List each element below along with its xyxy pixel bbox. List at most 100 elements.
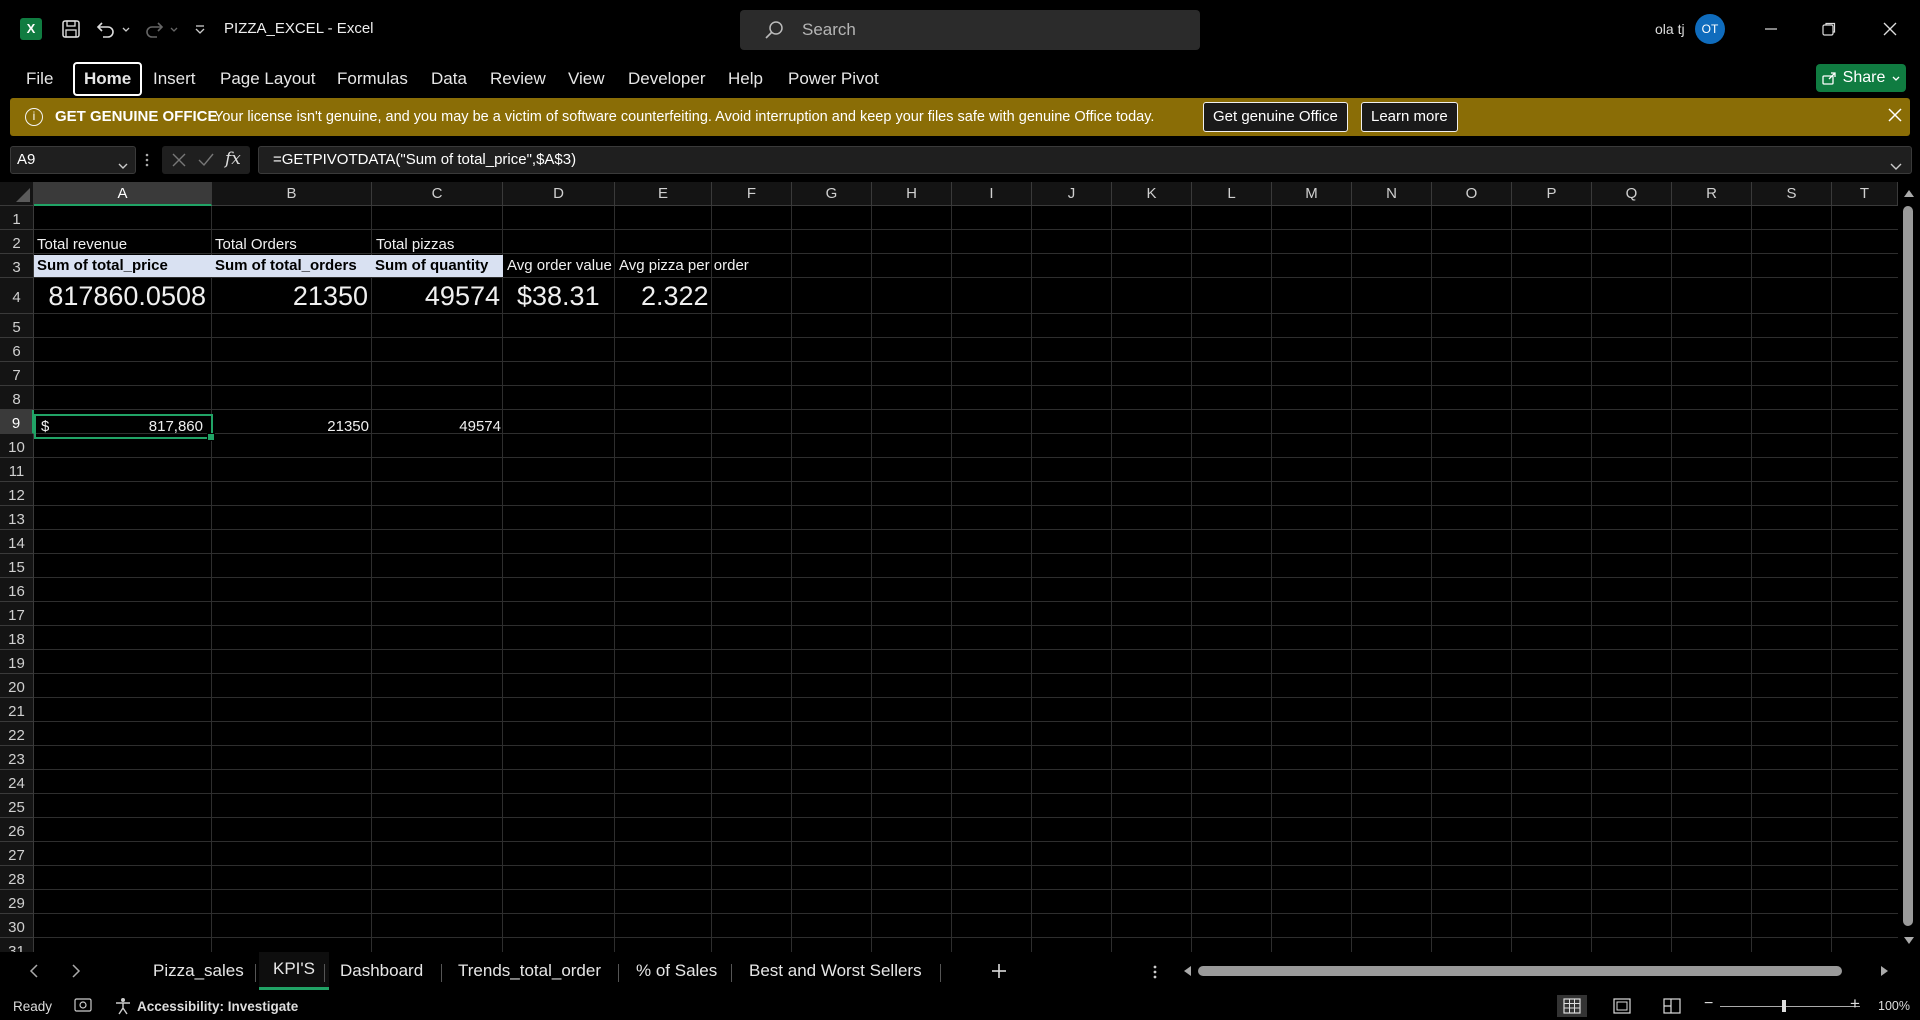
row-header-13[interactable]: 13 [0, 506, 34, 530]
chevron-down-icon[interactable] [117, 155, 129, 181]
sheet-tab-best-worst-sellers[interactable]: Best and Worst Sellers [735, 952, 936, 990]
column-header-M[interactable]: M [1272, 182, 1352, 206]
scroll-left-icon[interactable] [1182, 966, 1192, 976]
tab-page-layout[interactable]: Page Layout [211, 62, 324, 96]
column-header-C[interactable]: C [372, 182, 503, 206]
get-genuine-office-button[interactable]: Get genuine Office [1203, 102, 1348, 132]
customize-qat-icon[interactable] [192, 16, 208, 42]
restore-icon[interactable] [1814, 14, 1844, 44]
row-header-3[interactable]: 3 [0, 254, 34, 278]
share-button[interactable]: Share [1816, 64, 1906, 92]
row-header-24[interactable]: 24 [0, 770, 34, 794]
cell-B9[interactable]: 21350 [212, 418, 369, 435]
row-header-7[interactable]: 7 [0, 362, 34, 386]
chevron-down-icon[interactable] [120, 16, 132, 42]
row-header-20[interactable]: 20 [0, 674, 34, 698]
pivot-header-quantity[interactable]: Sum of quantity [372, 255, 503, 277]
cell-D3[interactable]: Avg order value [507, 257, 615, 274]
accessibility-icon[interactable] [114, 997, 132, 1018]
user-name[interactable]: ola tj [1655, 21, 1685, 37]
row-header-2[interactable]: 2 [0, 230, 34, 254]
chevron-right-icon[interactable] [70, 964, 82, 983]
tab-view[interactable]: View [559, 62, 614, 96]
row-header-12[interactable]: 12 [0, 482, 34, 506]
cell-C4-total-pizzas[interactable]: 49574 [372, 281, 500, 312]
cell-A4-total-revenue[interactable]: 817860.0508 [34, 281, 206, 312]
column-header-T[interactable]: T [1832, 182, 1898, 206]
scroll-down-icon[interactable] [1903, 936, 1915, 946]
row-header-25[interactable]: 25 [0, 794, 34, 818]
chevron-down-icon[interactable] [1889, 155, 1903, 181]
cell-C9[interactable]: 49574 [372, 418, 501, 435]
row-header-31[interactable]: 31 [0, 938, 34, 952]
cell-B4-total-orders[interactable]: 21350 [212, 281, 368, 312]
page-break-view-icon[interactable] [1657, 995, 1687, 1017]
tab-review[interactable]: Review [481, 62, 555, 96]
row-header-15[interactable]: 15 [0, 554, 34, 578]
column-header-P[interactable]: P [1512, 182, 1592, 206]
search-box[interactable]: Search [740, 10, 1200, 50]
column-header-I[interactable]: I [952, 182, 1032, 206]
cancel-icon[interactable] [171, 152, 187, 173]
tab-home[interactable]: Home [73, 62, 143, 96]
close-icon[interactable] [1887, 107, 1903, 128]
pivot-header-total-price[interactable]: Sum of total_price [34, 255, 212, 277]
row-header-26[interactable]: 26 [0, 818, 34, 842]
row-header-6[interactable]: 6 [0, 338, 34, 362]
sheet-tab-pizza-sales[interactable]: Pizza_sales [139, 952, 258, 990]
zoom-slider[interactable] [1720, 1006, 1860, 1007]
macro-record-icon[interactable] [74, 997, 92, 1016]
avatar[interactable]: OT [1695, 14, 1725, 44]
pivot-header-total-orders[interactable]: Sum of total_orders [212, 255, 372, 277]
active-cell-selection[interactable] [34, 414, 215, 441]
cell-A2[interactable]: Total revenue [37, 236, 127, 253]
horizontal-scroll-thumb[interactable] [1198, 966, 1842, 976]
scroll-right-icon[interactable] [1880, 966, 1890, 976]
cell-C2[interactable]: Total pizzas [376, 236, 454, 253]
formula-input[interactable]: =GETPIVOTDATA("Sum of total_price",$A$3) [258, 146, 1912, 174]
tab-formulas[interactable]: Formulas [328, 62, 417, 96]
cell-E4-avg-pizza-per-order[interactable]: 2.322 [641, 281, 709, 312]
normal-view-icon[interactable] [1557, 995, 1587, 1017]
column-header-G[interactable]: G [792, 182, 872, 206]
redo-icon[interactable] [142, 16, 168, 42]
column-header-L[interactable]: L [1192, 182, 1272, 206]
save-icon[interactable] [58, 16, 84, 42]
column-header-O[interactable]: O [1432, 182, 1512, 206]
zoom-out-button[interactable]: − [1704, 995, 1713, 1013]
name-box[interactable]: A9 [10, 146, 136, 174]
chevron-down-icon[interactable] [168, 16, 180, 42]
row-header-23[interactable]: 23 [0, 746, 34, 770]
zoom-level[interactable]: 100% [1878, 999, 1910, 1013]
tab-power-pivot[interactable]: Power Pivot [779, 62, 888, 96]
fx-icon[interactable]: fx [225, 149, 241, 169]
tab-data[interactable]: Data [422, 62, 476, 96]
row-header-16[interactable]: 16 [0, 578, 34, 602]
row-header-21[interactable]: 21 [0, 698, 34, 722]
column-header-N[interactable]: N [1352, 182, 1432, 206]
column-header-Q[interactable]: Q [1592, 182, 1672, 206]
horizontal-scrollbar[interactable] [1182, 966, 1890, 976]
tab-file[interactable]: File [17, 62, 62, 96]
row-header-10[interactable]: 10 [0, 434, 34, 458]
cell-E3[interactable]: Avg pizza per order [619, 257, 749, 274]
row-header-9[interactable]: 9 [0, 410, 34, 434]
more-options-icon[interactable] [145, 152, 149, 173]
zoom-in-button[interactable]: + [1850, 994, 1860, 1014]
row-header-5[interactable]: 5 [0, 314, 34, 338]
cell-B2[interactable]: Total Orders [215, 236, 297, 253]
row-header-19[interactable]: 19 [0, 650, 34, 674]
column-header-A[interactable]: A [34, 182, 212, 206]
column-header-B[interactable]: B [212, 182, 372, 206]
sheet-tab-dashboard[interactable]: Dashboard [326, 952, 437, 990]
column-header-K[interactable]: K [1112, 182, 1192, 206]
learn-more-button[interactable]: Learn more [1361, 102, 1458, 132]
enter-icon[interactable] [197, 152, 215, 173]
tab-developer[interactable]: Developer [619, 62, 715, 96]
row-header-27[interactable]: 27 [0, 842, 34, 866]
column-header-R[interactable]: R [1672, 182, 1752, 206]
row-header-1[interactable]: 1 [0, 206, 34, 230]
row-header-30[interactable]: 30 [0, 914, 34, 938]
tab-help[interactable]: Help [719, 62, 772, 96]
sheet-tab-trends-total-order[interactable]: Trends_total_order [444, 952, 615, 990]
